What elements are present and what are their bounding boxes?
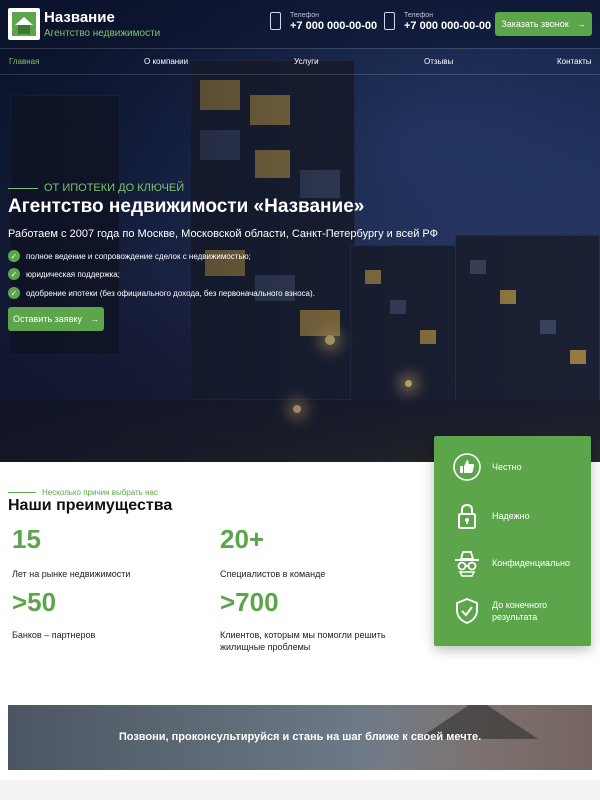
arrow-right-icon: → (89, 314, 99, 324)
hero-check-text: полное ведение и сопровождение сделок с … (26, 251, 251, 261)
phone-label: Телефон (404, 12, 434, 19)
brand-name[interactable]: Название (44, 9, 115, 26)
hero-eyebrow: ОТ ИПОТЕКИ ДО КЛЮЧЕЙ (8, 182, 184, 194)
eyebrow-line (8, 187, 38, 189)
stat-label: Лет на рынке недвижимости (12, 569, 131, 579)
hero-check-text: юридическая поддержка; (26, 269, 120, 279)
stat-value: 20+ (220, 524, 265, 554)
mobile-phone-icon (384, 12, 395, 30)
eyebrow-line (8, 492, 36, 493)
nav-item-contacts[interactable]: Контакты (557, 57, 592, 66)
house-logo-icon (12, 12, 36, 36)
check-circle-icon: ✓ (8, 287, 20, 299)
cta-banner: Позвони, проконсультируйся и стань на ша… (8, 705, 592, 770)
hero-check-item: ✓ юридическая поддержка; (8, 268, 120, 280)
arrow-right-icon: → (576, 19, 586, 29)
leave-request-label: Оставить заявку (13, 314, 82, 324)
feature-item: Конфиденциально (452, 548, 570, 578)
spy-icon (452, 548, 482, 578)
advantages-eyebrow-text: Несколько причин выбрать нас (42, 488, 158, 497)
hero-check-item: ✓ одобрение ипотеки (без официального до… (8, 287, 315, 299)
feature-label: До конечного результата (492, 600, 548, 622)
nav-item-about[interactable]: О компании (144, 57, 188, 66)
stat-value: 15 (12, 524, 41, 554)
feature-label: Конфиденциально (492, 558, 570, 568)
site-header: Название Агентство недвижимости Телефон … (0, 0, 600, 48)
lock-icon (452, 501, 482, 531)
phone-label: Телефон (290, 12, 320, 19)
stat-label: Специалистов в команде (220, 569, 326, 579)
page-bottom-band (0, 780, 600, 800)
nav-item-home[interactable]: Главная (9, 57, 39, 66)
phone-contact-2[interactable]: Телефон +7 000 000-00-00 (384, 10, 494, 38)
nav-item-services[interactable]: Услуги (294, 57, 319, 66)
shield-check-icon (452, 596, 482, 626)
feature-label: Надежно (492, 511, 530, 521)
stat-label: Клиентов, которым мы помогли решить жили… (220, 630, 386, 652)
logo[interactable] (8, 8, 40, 40)
order-call-button[interactable]: Заказать звонок → (495, 12, 592, 36)
feature-item: Честно (452, 452, 522, 482)
leave-request-button[interactable]: Оставить заявку → (8, 307, 104, 331)
banner-text: Позвони, проконсультируйся и стань на ша… (118, 731, 482, 743)
mobile-phone-icon (270, 12, 281, 30)
phone-number[interactable]: +7 000 000-00-00 (404, 20, 491, 32)
thumbs-up-icon (452, 452, 482, 482)
brand-subtitle: Агентство недвижимости (44, 28, 161, 39)
phone-number[interactable]: +7 000 000-00-00 (290, 20, 377, 32)
feature-label: Честно (492, 462, 522, 472)
hero-eyebrow-text: ОТ ИПОТЕКИ ДО КЛЮЧЕЙ (44, 182, 185, 194)
feature-item: Надежно (452, 501, 530, 531)
advantages-eyebrow: Несколько причин выбрать нас (8, 488, 158, 497)
hero-check-item: ✓ полное ведение и сопровождение сделок … (8, 250, 251, 262)
stat-value: >50 (12, 587, 57, 617)
check-circle-icon: ✓ (8, 268, 20, 280)
stat-label: Банков – партнеров (12, 630, 96, 640)
hero-title: Агентство недвижимости «Название» (8, 196, 365, 217)
hero-subtitle: Работаем с 2007 года по Москве, Московск… (8, 228, 438, 240)
main-nav: Главная О компании Услуги Отзывы Контакт… (0, 48, 600, 75)
nav-item-reviews[interactable]: Отзывы (424, 57, 453, 66)
order-call-label: Заказать звонок (501, 19, 569, 29)
features-card: Честно Надежно Конфиденциально До конечн… (434, 436, 591, 646)
advantages-title: Наши преимущества (8, 497, 173, 514)
check-circle-icon: ✓ (8, 250, 20, 262)
phone-contact-1[interactable]: Телефон +7 000 000-00-00 (270, 10, 380, 38)
stat-value: >700 (220, 587, 279, 617)
hero-check-text: одобрение ипотеки (без официального дохо… (26, 288, 315, 298)
feature-item: До конечного результата (452, 596, 572, 626)
